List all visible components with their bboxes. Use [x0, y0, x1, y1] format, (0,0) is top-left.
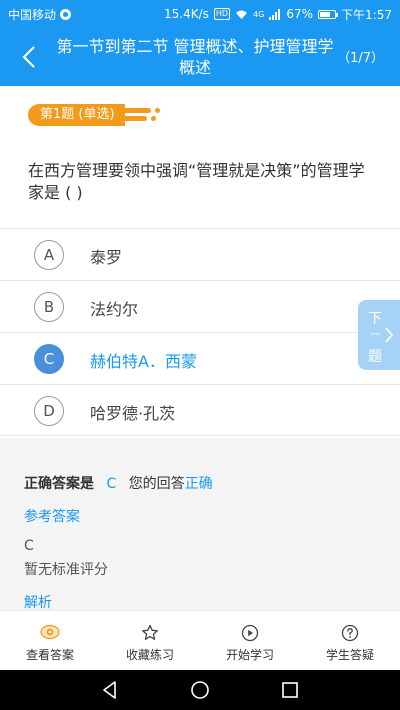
carrier-icon	[60, 8, 72, 20]
chevron-left-icon	[22, 46, 35, 68]
star-icon	[142, 624, 158, 640]
option-list: A 泰罗 B 法约尔 C 赫伯特A．西蒙 D 哈罗德·孔茨	[0, 228, 400, 436]
option-letter: A	[34, 240, 64, 270]
reference-answer-value: C	[24, 538, 34, 554]
your-answer-label: 您的回答	[128, 476, 185, 492]
signal-icon	[269, 8, 281, 20]
option-b[interactable]: B 法约尔	[0, 280, 400, 332]
tab-start-learning[interactable]: 开始学习	[200, 611, 300, 670]
hd-badge: HD	[213, 8, 231, 20]
answer-panel: 正确答案是 C 您的回答正确 参考答案 C 暂无标准评分 解析	[0, 438, 400, 610]
question-tag-label: 第1题 (单选)	[28, 104, 125, 126]
correct-answer-label: 正确答案是	[24, 476, 94, 492]
clock: 下午1:57	[341, 7, 392, 22]
question-progress: （1/7）	[337, 51, 384, 66]
option-text: 法约尔	[90, 300, 139, 319]
question-icon	[341, 624, 359, 642]
bottom-tab-bar: 查看答案 收藏练习 开始学习 学生答疑	[0, 610, 400, 670]
next-question-button[interactable]: 下 一 题	[358, 300, 400, 370]
tag-decoration	[124, 104, 165, 126]
next-label-1: 下	[368, 311, 382, 327]
nav-back-icon[interactable]	[98, 678, 122, 702]
tab-label: 收藏练习	[125, 648, 174, 662]
page-title: 第一节到第二节 管理概述、护理管理学概述	[56, 37, 334, 77]
answer-result-line: 正确答案是 C 您的回答正确	[24, 473, 213, 493]
reference-answer-label: 参考答案	[24, 509, 80, 525]
back-button[interactable]	[14, 42, 44, 72]
tab-label: 查看答案	[25, 648, 74, 662]
network-speed: 15.4K/s	[164, 7, 209, 21]
status-bar: 中国移动 15.4K/s HD 4G 67% 下午1:57	[0, 0, 400, 28]
option-text: 泰罗	[90, 248, 123, 267]
option-letter: C	[34, 344, 64, 374]
battery-icon	[318, 9, 339, 19]
question-tag: 第1题 (单选)	[28, 104, 165, 126]
signal-label: 4G	[253, 9, 265, 19]
wifi-icon	[236, 10, 248, 19]
chevron-right-icon	[385, 327, 394, 343]
play-icon	[241, 624, 259, 642]
option-letter: D	[34, 396, 64, 426]
option-a[interactable]: A 泰罗	[0, 228, 400, 280]
question-text: 在西方管理要领中强调“管理就是决策”的管理学家是 ( )	[28, 161, 365, 202]
option-letter: B	[34, 292, 64, 322]
tab-view-answer[interactable]: 查看答案	[0, 611, 100, 670]
nav-recents-icon[interactable]	[278, 678, 302, 702]
scoring-note: 暂无标准评分	[24, 562, 108, 578]
your-answer-result: 正确	[184, 476, 213, 492]
option-text: 哈罗德·孔茨	[90, 404, 176, 423]
tab-label: 学生答疑	[325, 648, 374, 662]
app-screen: 中国移动 15.4K/s HD 4G 67% 下午1:57 第一节到第二节 管理…	[0, 0, 400, 710]
next-label-2: 一	[370, 330, 380, 341]
eye-icon	[40, 624, 60, 640]
option-text: 赫伯特A．西蒙	[90, 352, 197, 371]
option-c[interactable]: C 赫伯特A．西蒙	[0, 332, 400, 384]
analysis-label: 解析	[24, 595, 52, 610]
tab-student-qa[interactable]: 学生答疑	[300, 611, 400, 670]
next-label-3: 题	[368, 349, 382, 365]
carrier-name: 中国移动	[8, 7, 57, 22]
correct-answer-value: C	[106, 476, 117, 492]
nav-home-icon[interactable]	[188, 678, 212, 702]
tab-favorite[interactable]: 收藏练习	[100, 611, 200, 670]
battery-percent: 67%	[286, 7, 314, 21]
tab-label: 开始学习	[225, 648, 274, 662]
option-d[interactable]: D 哈罗德·孔茨	[0, 384, 400, 436]
system-nav-bar	[0, 670, 400, 710]
header: 第一节到第二节 管理概述、护理管理学概述 （1/7）	[0, 28, 400, 86]
